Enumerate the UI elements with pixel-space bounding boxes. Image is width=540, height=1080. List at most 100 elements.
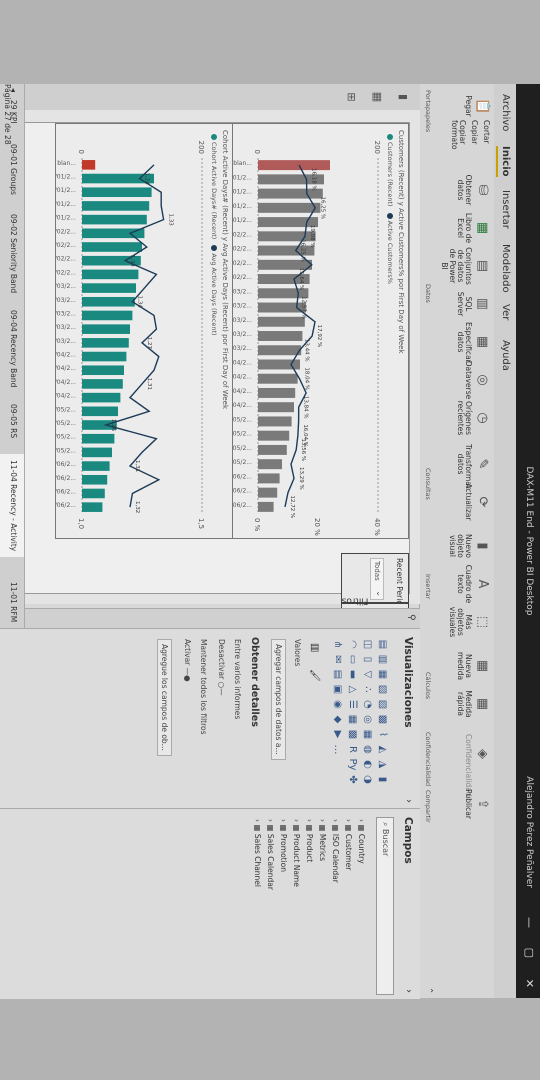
decomposition-tree-icon[interactable]: ⋔ [331, 638, 344, 651]
power-automate-icon[interactable]: ▶ [331, 728, 344, 741]
transform-data-button[interactable]: ✎ Transformar datos [456, 444, 490, 489]
category-label: 13/04/2... [232, 374, 252, 381]
chart-customers-recent[interactable]: Customers (Recent) y Active Customers% p… [231, 123, 409, 539]
pie-icon[interactable]: ◔ [361, 698, 374, 711]
scatter-icon[interactable]: ∴ [361, 683, 374, 696]
funnel-icon[interactable]: ▽ [361, 668, 374, 681]
stacked-bar-icon[interactable]: ▤ [376, 638, 389, 651]
matrix-icon[interactable]: ▩ [346, 728, 359, 741]
gauge-icon[interactable]: ◠ [346, 638, 359, 651]
stacked-column-100-icon[interactable]: ▩ [376, 713, 389, 726]
viz-collapse-icon[interactable]: › [403, 799, 414, 803]
field-table-name: Promotion [279, 833, 288, 873]
field-table-item[interactable]: › ▦ Metrics [318, 819, 327, 861]
field-table-item[interactable]: › ▦ Customer [344, 819, 353, 870]
text-box-button[interactable]: A Cuadro de texto [456, 564, 490, 604]
more-visuals-icon[interactable]: … [331, 743, 344, 756]
user-name[interactable]: Alejandro Pérez Peñalver [524, 776, 534, 888]
shape-map-icon[interactable]: ◑ [361, 773, 374, 786]
arcgis-icon[interactable]: ◉ [331, 698, 344, 711]
tab-archivo[interactable]: Archivo [500, 94, 511, 131]
power-apps-icon[interactable]: ◆ [331, 713, 344, 726]
report-view-icon[interactable]: ▮ [396, 90, 410, 104]
more-visuals-button[interactable]: ⬚ Más objetos visuales [448, 602, 490, 642]
excel-button[interactable]: ▦ Libro de Excel [456, 208, 490, 248]
close-icon[interactable]: ✕ [523, 979, 536, 988]
cross-report-toggle[interactable]: Desactivar ○— [217, 639, 226, 696]
fields-search-input[interactable]: ⌕ Buscar [376, 817, 394, 995]
key-influencers-icon[interactable]: ✤ [346, 773, 359, 786]
data-view-icon[interactable]: ▦ [370, 90, 384, 104]
field-table-item[interactable]: › ▦ Promotion [279, 819, 288, 872]
format-painter-button[interactable]: Copiar formato [450, 120, 467, 170]
map-icon[interactable]: ◍ [361, 743, 374, 756]
narrative-icon[interactable]: ▤ [331, 668, 344, 681]
page-tab-11-04[interactable]: 11-04 Recency - Activity [0, 454, 24, 558]
tab-modelado[interactable]: Modelado [500, 244, 511, 293]
clustered-column-icon[interactable]: ▧ [376, 683, 389, 696]
page-tab-09-05[interactable]: 09-05 RS [9, 404, 18, 438]
format-icon[interactable]: 🖌 [309, 669, 320, 682]
filters-pane[interactable]: ⚲ Filtros [25, 595, 420, 629]
dataverse-button[interactable]: ◎ Dataverse [464, 360, 490, 400]
field-table-item[interactable]: › ▦ Country [357, 819, 366, 864]
add-drill-fields-drop[interactable]: Agregue los campos de ob... [157, 639, 172, 756]
copy-button[interactable]: Copiar [470, 120, 479, 166]
line-chart-icon[interactable]: ⌇ [376, 728, 389, 741]
refresh-button[interactable]: ⟳ Actualizar [464, 482, 490, 522]
kpi-icon[interactable]: △ [346, 683, 359, 696]
add-fields-drop[interactable]: Agregar campos de datos a... [271, 639, 286, 760]
tab-ver[interactable]: Ver [500, 304, 511, 320]
slicer-icon[interactable]: ☰ [346, 698, 359, 711]
get-data-button[interactable]: ⛁ Obtener datos [456, 170, 490, 210]
field-table-item[interactable]: › ▦ Sales Channel [253, 819, 262, 887]
treemap-icon[interactable]: ▦ [361, 728, 374, 741]
field-table-item[interactable]: › ▦ ISO Calendar [331, 819, 340, 883]
r-visual-icon[interactable]: R [346, 743, 359, 756]
fields-collapse-icon[interactable]: › [403, 989, 414, 993]
paginated-icon[interactable]: ▣ [331, 683, 344, 696]
line-column-icon[interactable]: ▮ [376, 773, 389, 786]
tab-ayuda[interactable]: Ayuda [500, 340, 511, 371]
page-tab-09-04[interactable]: 09-04 Recency Band [9, 310, 18, 387]
clustered-bar-icon[interactable]: ▦ [376, 668, 389, 681]
sensitivity-button[interactable]: ◈ Confidencialidad [464, 734, 490, 797]
page-tab-09-02[interactable]: 09-02 Seniority Band [9, 214, 18, 293]
maximize-icon[interactable]: ▢ [523, 948, 536, 958]
new-measure-button[interactable]: ▦ Nueva medida [456, 646, 490, 686]
field-table-item[interactable]: › ▦ Product Name [292, 819, 301, 887]
chart-cohort-active-days[interactable]: Cohort Active Days# (Recent) y Avg Activ… [55, 123, 233, 539]
stacked-column-icon[interactable]: ▥ [376, 653, 389, 666]
recent-sources-button[interactable]: ◷ Orígenes recientes [456, 398, 490, 438]
multi-card-icon[interactable]: ▬ [346, 668, 359, 681]
card-icon[interactable]: ▭ [346, 653, 359, 666]
tab-insertar[interactable]: Insertar [500, 190, 511, 229]
pbi-datasets-button[interactable]: ▤ Conjuntos de datos de Power BI [440, 246, 490, 286]
enter-data-button[interactable]: ▦ Especificar datos [456, 322, 490, 363]
keep-filters-toggle[interactable]: Activar —● [183, 639, 192, 682]
fields-well-icon[interactable]: ▥ [309, 643, 320, 652]
donut-icon[interactable]: ◎ [361, 713, 374, 726]
table-viz-icon[interactable]: ▦ [346, 713, 359, 726]
area-chart-icon[interactable]: ◭ [376, 743, 389, 756]
new-visual-button[interactable]: ▮ Nuevo objeto visual [448, 526, 490, 566]
sql-server-button[interactable]: ▥ SQL Server [456, 284, 490, 324]
qa-icon[interactable]: ✉ [331, 653, 344, 666]
stacked-bar-100-icon[interactable]: ▨ [376, 698, 389, 711]
slicer-dropdown[interactable]: Todas [370, 558, 384, 600]
python-visual-icon[interactable]: Py [346, 758, 359, 771]
filled-map-icon[interactable]: ◐ [361, 758, 374, 771]
ribbon-chart-icon[interactable]: ◫ [361, 638, 374, 651]
tab-inicio[interactable]: Inicio [496, 146, 511, 177]
waterfall-icon[interactable]: ▯ [361, 653, 374, 666]
model-view-icon[interactable]: ⊞ [344, 90, 358, 104]
field-table-item[interactable]: › ▦ Product [305, 819, 314, 862]
field-table-item[interactable]: › ▦ Sales Calendar [266, 819, 275, 890]
minimize-icon[interactable]: — [523, 917, 536, 928]
publish-button[interactable]: ⇪ Publicar [464, 784, 490, 824]
quick-measure-button[interactable]: ▦ Medida rápida [456, 684, 490, 724]
collapse-ribbon-icon[interactable]: ⌃ [425, 987, 434, 994]
cut-button[interactable]: Cortar [482, 120, 491, 166]
page-tab-11-01[interactable]: 11-01 RFM [9, 582, 18, 622]
stacked-area-icon[interactable]: ◮ [376, 758, 389, 771]
